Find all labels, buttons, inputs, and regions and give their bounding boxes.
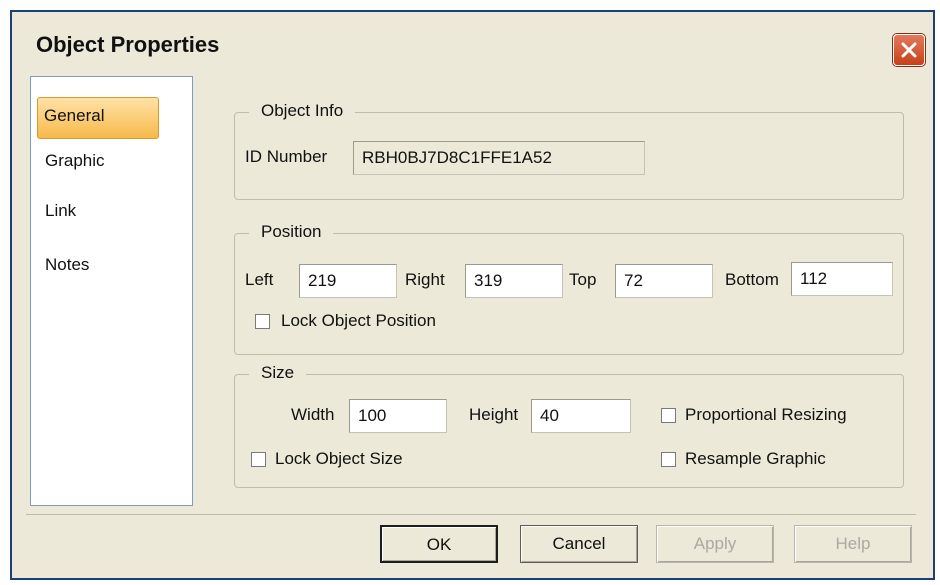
cancel-button[interactable]: Cancel [520, 525, 638, 563]
bottom-input[interactable]: 112 [791, 262, 893, 296]
left-input[interactable]: 219 [299, 264, 397, 298]
id-number-field: RBH0BJ7D8C1FFE1A52 [353, 141, 645, 175]
top-label: Top [569, 270, 597, 289]
nav-item-notes[interactable]: Notes [37, 249, 97, 281]
lock-size-checkbox[interactable] [251, 452, 266, 467]
ok-button[interactable]: OK [380, 525, 498, 563]
resample-graphic-checkbox[interactable] [661, 452, 676, 467]
nav-item-link[interactable]: Link [37, 195, 84, 227]
size-legend: Size [249, 363, 307, 383]
nav-item-graphic[interactable]: Graphic [37, 145, 113, 177]
dialog-window: Object Properties General Graphic Link N… [10, 10, 935, 580]
position-legend: Position [249, 222, 334, 242]
title-bar[interactable]: Object Properties [12, 12, 933, 66]
help-button[interactable]: Help [794, 525, 912, 563]
object-info-group: Object Info ID Number RBH0BJ7D8C1FFE1A52 [234, 101, 904, 200]
size-group: Size Width 100 Height 40 Proportional Re… [234, 363, 904, 488]
position-group: Position Left 219 Right 319 Top 72 Botto… [234, 222, 904, 355]
apply-button[interactable]: Apply [656, 525, 774, 563]
lock-size-label[interactable]: Lock Object Size [275, 449, 403, 469]
category-list: General Graphic Link Notes [30, 76, 193, 506]
proportional-resizing-label[interactable]: Proportional Resizing [685, 405, 847, 425]
id-number-label: ID Number [245, 147, 328, 166]
lock-position-checkbox[interactable] [255, 314, 270, 329]
height-input[interactable]: 40 [531, 399, 631, 433]
nav-item-general[interactable]: General [37, 97, 159, 139]
close-icon [901, 42, 917, 58]
resample-graphic-label[interactable]: Resample Graphic [685, 449, 826, 469]
width-label: Width [291, 405, 335, 424]
top-input[interactable]: 72 [615, 264, 713, 298]
proportional-resizing-checkbox[interactable] [661, 408, 676, 423]
dialog-client-area: General Graphic Link Notes Object Info I… [26, 72, 916, 510]
button-bar: OK Cancel Apply Help [26, 514, 916, 567]
close-button[interactable] [893, 34, 925, 66]
properties-panel: Object Info ID Number RBH0BJ7D8C1FFE1A52… [208, 76, 908, 506]
right-input[interactable]: 319 [465, 264, 563, 298]
lock-position-label[interactable]: Lock Object Position [281, 311, 436, 331]
right-label: Right [405, 270, 445, 289]
window-title: Object Properties [36, 32, 220, 57]
width-input[interactable]: 100 [349, 399, 447, 433]
object-info-legend: Object Info [249, 101, 356, 121]
bottom-label: Bottom [725, 270, 779, 289]
height-label: Height [469, 405, 519, 424]
left-label: Left [245, 270, 274, 289]
